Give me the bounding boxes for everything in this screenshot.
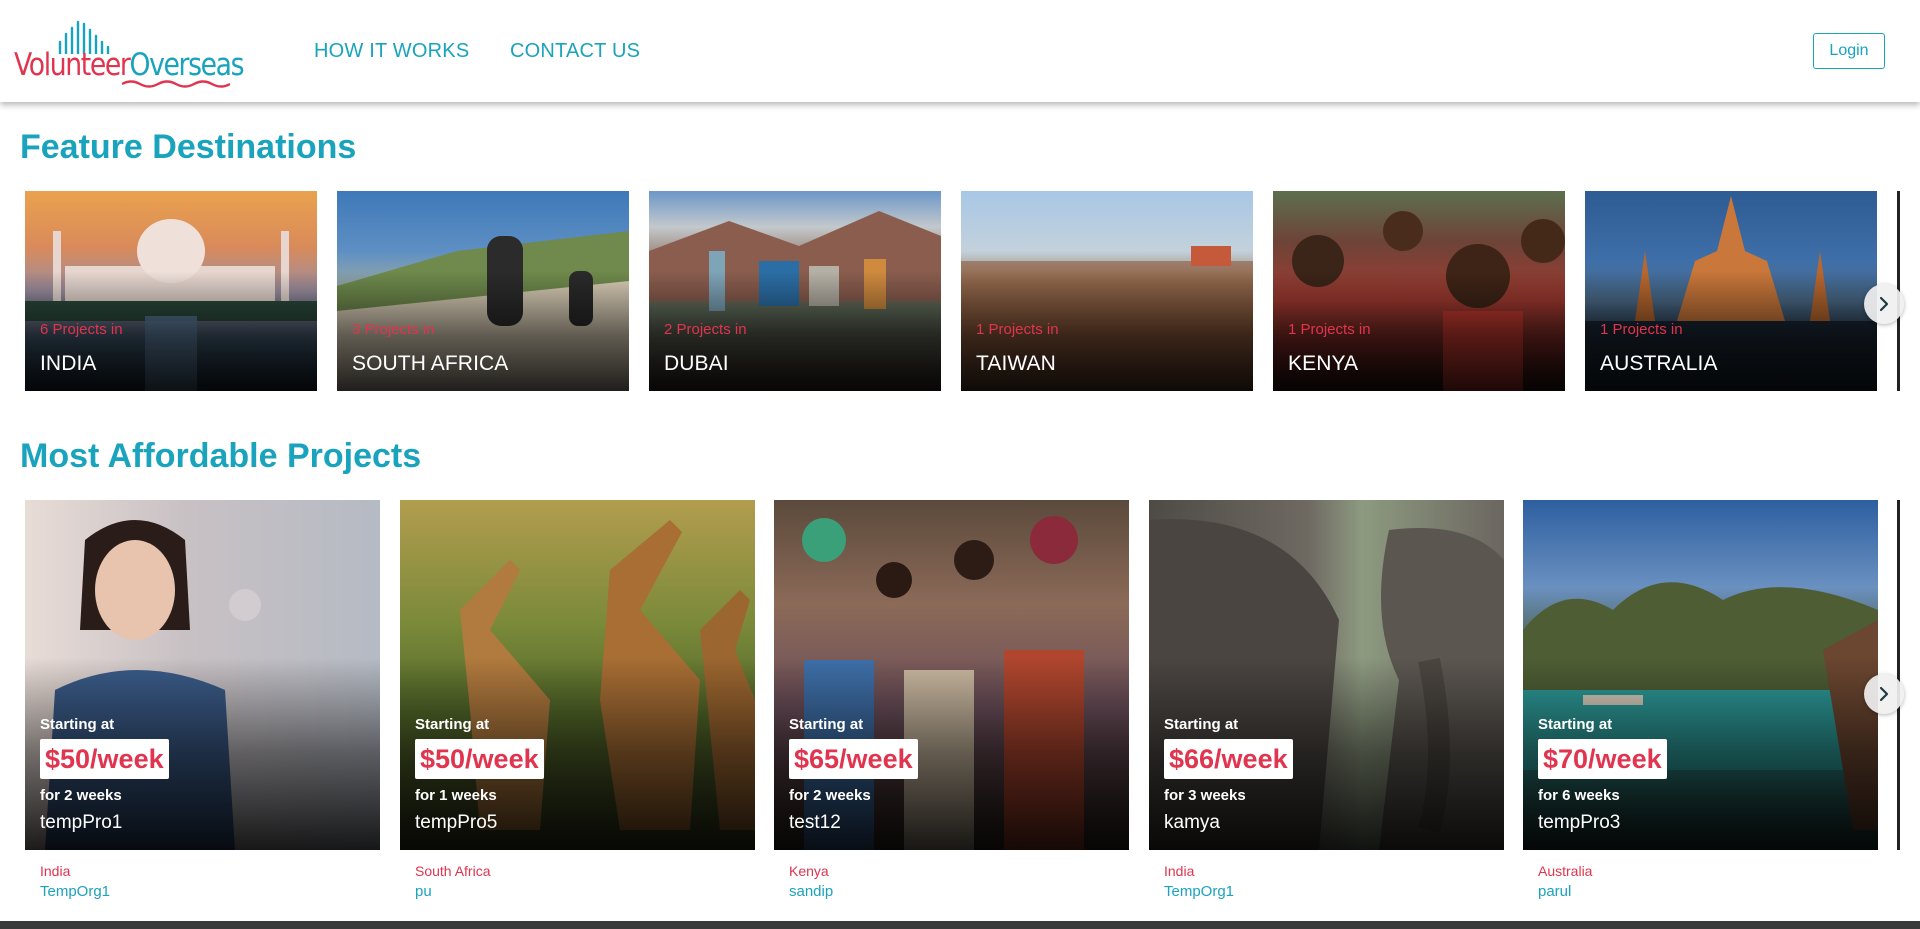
duration: for 1 weeks: [415, 787, 497, 804]
price-per-week: $65/week: [789, 739, 918, 779]
price-per-week: $50/week: [40, 739, 169, 779]
logo-wave-icon: [122, 80, 230, 88]
project-name: tempPro3: [1538, 812, 1621, 833]
project-card[interactable]: Starting at $50/week for 2 weeks tempPro…: [25, 500, 380, 850]
destination-card[interactable]: 2 Projects in DUBAI: [649, 191, 941, 391]
brand-wordmark: VolunteerOverseas: [14, 47, 245, 83]
project-country: Australia: [1538, 863, 1593, 879]
starting-at-label: Starting at: [1538, 716, 1613, 733]
destination-card[interactable]: 6 Projects in INDIA: [25, 191, 317, 391]
destination-name: AUSTRALIA: [1600, 352, 1718, 375]
next-card-edge: [1897, 500, 1900, 850]
project-name: tempPro5: [415, 812, 498, 833]
destination-project-count: 6 Projects in: [40, 321, 123, 338]
destination-name: SOUTH AFRICA: [352, 352, 509, 375]
duration: for 2 weeks: [789, 787, 871, 804]
feature-destinations-title: Feature Destinations: [20, 128, 357, 166]
destination-name: TAIWAN: [976, 352, 1056, 375]
project-card[interactable]: Starting at $66/week for 3 weeks kamya: [1149, 500, 1504, 850]
project-organization-link[interactable]: pu: [415, 883, 432, 900]
price-per-week: $66/week: [1164, 739, 1293, 779]
project-country: India: [40, 863, 71, 879]
chevron-right-icon: [1879, 296, 1889, 312]
destination-project-count: 1 Projects in: [1600, 321, 1683, 338]
destination-name: DUBAI: [664, 352, 729, 375]
destination-project-count: 1 Projects in: [976, 321, 1059, 338]
projects-next-button[interactable]: [1864, 674, 1904, 714]
starting-at-label: Starting at: [415, 716, 490, 733]
starting-at-label: Starting at: [1164, 716, 1239, 733]
project-organization-link[interactable]: sandip: [789, 883, 833, 900]
destination-card[interactable]: 1 Projects in TAIWAN: [961, 191, 1253, 391]
project-country: South Africa: [415, 863, 491, 879]
duration: for 6 weeks: [1538, 787, 1620, 804]
destinations-next-button[interactable]: [1864, 284, 1904, 324]
login-button[interactable]: Login: [1813, 33, 1885, 69]
duration: for 2 weeks: [40, 787, 122, 804]
project-organization-link[interactable]: TempOrg1: [40, 883, 110, 900]
brand-logo[interactable]: VolunteerOverseas: [14, 18, 245, 88]
brand-word-1: Volunteer: [14, 47, 131, 83]
destination-project-count: 2 Projects in: [664, 321, 747, 338]
duration: for 3 weeks: [1164, 787, 1246, 804]
destination-name: KENYA: [1288, 352, 1359, 375]
project-country: India: [1164, 863, 1195, 879]
site-header: VolunteerOverseas HOW IT WORKS CONTACT U…: [0, 0, 1920, 102]
price-per-week: $70/week: [1538, 739, 1667, 779]
destination-project-count: 3 Projects in: [352, 321, 435, 338]
project-name: tempPro1: [40, 812, 123, 833]
project-organization-link[interactable]: TempOrg1: [1164, 883, 1234, 900]
price-per-week: $50/week: [415, 739, 544, 779]
project-name: kamya: [1164, 812, 1220, 833]
starting-at-label: Starting at: [40, 716, 115, 733]
project-card[interactable]: Starting at $65/week for 2 weeks test12: [774, 500, 1129, 850]
project-country: Kenya: [789, 863, 829, 879]
project-name: test12: [789, 812, 841, 833]
nav-how-it-works[interactable]: HOW IT WORKS: [314, 40, 469, 63]
affordable-projects-title: Most Affordable Projects: [20, 437, 422, 475]
chevron-right-icon: [1879, 686, 1889, 702]
destination-name: INDIA: [40, 352, 97, 375]
destination-card[interactable]: 1 Projects in KENYA: [1273, 191, 1565, 391]
project-organization-link[interactable]: parul: [1538, 883, 1571, 900]
nav-contact-us[interactable]: CONTACT US: [510, 40, 640, 63]
destination-card[interactable]: 1 Projects in AUSTRALIA: [1585, 191, 1877, 391]
project-card[interactable]: Starting at $70/week for 6 weeks tempPro…: [1523, 500, 1878, 850]
project-card[interactable]: Starting at $50/week for 1 weeks tempPro…: [400, 500, 755, 850]
destination-project-count: 1 Projects in: [1288, 321, 1371, 338]
footer-bar: [0, 921, 1920, 929]
starting-at-label: Starting at: [789, 716, 864, 733]
destination-card[interactable]: 3 Projects in SOUTH AFRICA: [337, 191, 629, 391]
brand-word-2: Overseas: [129, 47, 245, 83]
